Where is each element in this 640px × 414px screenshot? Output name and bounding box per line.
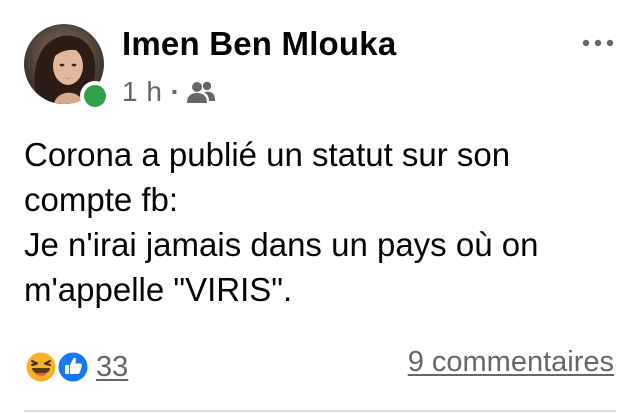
author-avatar[interactable] <box>24 24 110 111</box>
comments-count-link[interactable]: 9 commentaires <box>408 346 614 379</box>
post-meta: 1 h · <box>122 76 216 108</box>
more-options-icon[interactable] <box>578 30 618 56</box>
footer-divider <box>24 410 616 412</box>
like-reaction-icon <box>56 350 90 384</box>
reactions-summary[interactable]: 33 <box>24 348 128 386</box>
post-text-line: Corona a publié un statut sur son <box>24 136 511 173</box>
reaction-count[interactable]: 33 <box>96 351 128 384</box>
post-text-line: Je n'irai jamais dans un pays où on <box>24 226 539 263</box>
reaction-icons <box>24 348 92 386</box>
meta-separator: · <box>170 76 180 107</box>
post-text-line: compte fb: <box>24 181 179 218</box>
post-body-text: Corona a publié un statut sur son compte… <box>24 132 624 312</box>
post-text-line: m'appelle "VIRIS". <box>24 271 293 308</box>
friends-icon[interactable] <box>186 80 216 104</box>
haha-reaction-icon <box>24 350 58 384</box>
facebook-post: Imen Ben Mlouka 1 h · Corona a publié un… <box>0 0 640 414</box>
online-status-indicator <box>80 81 110 111</box>
post-timestamp[interactable]: 1 h <box>122 76 162 108</box>
author-name[interactable]: Imen Ben Mlouka <box>122 25 396 63</box>
